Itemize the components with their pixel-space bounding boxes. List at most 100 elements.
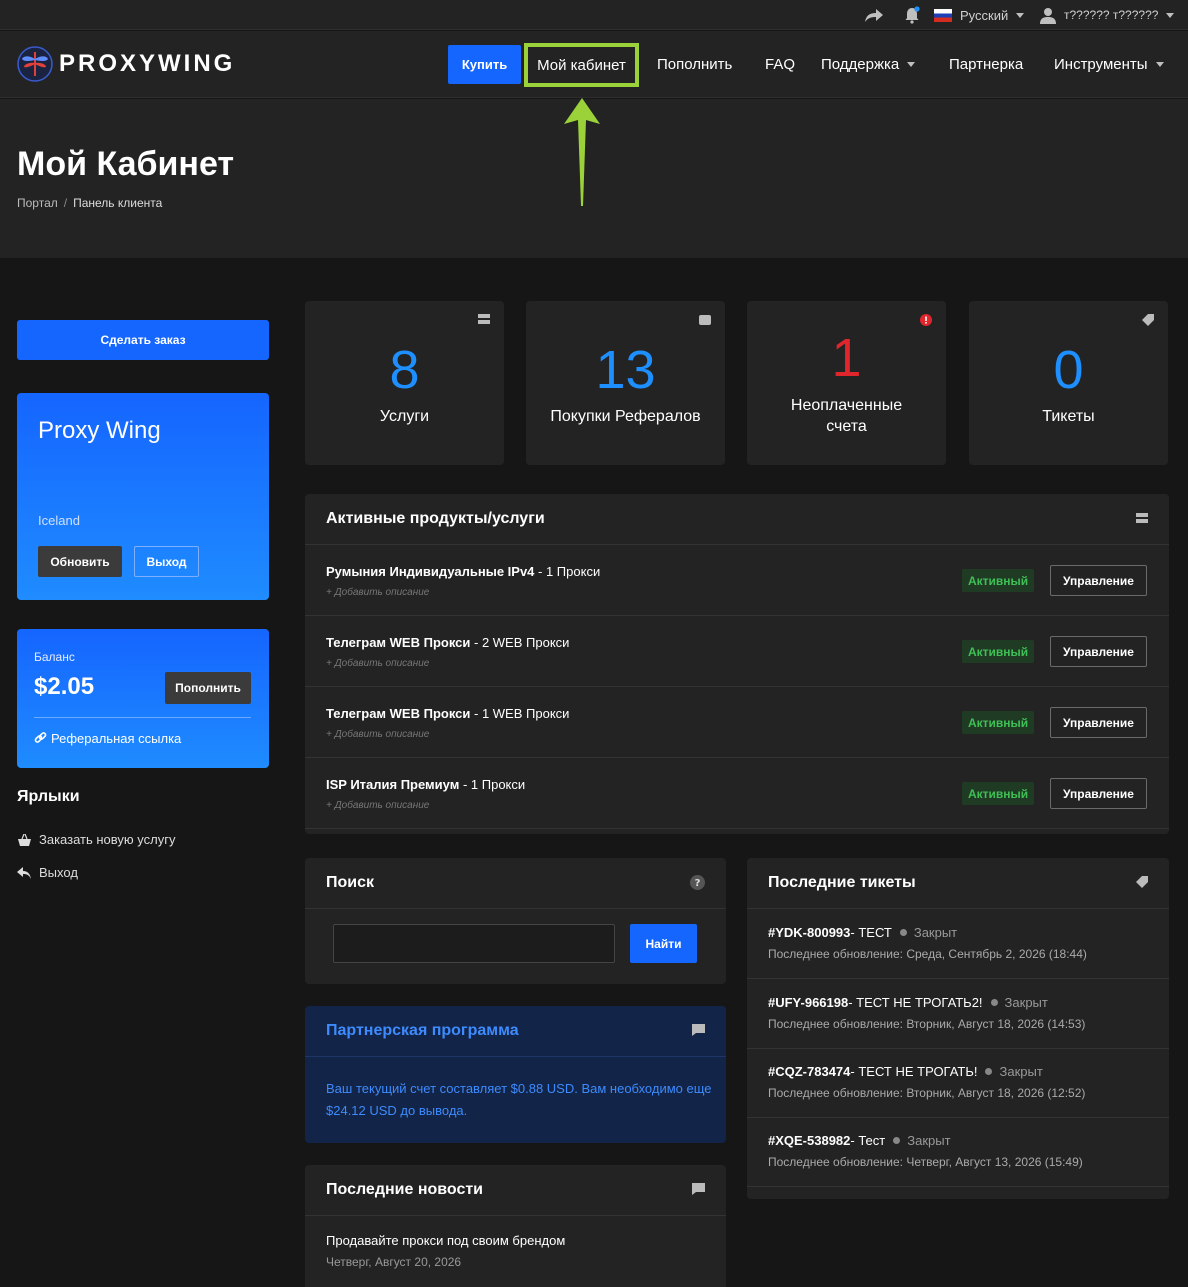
- panel-title: Последние тикеты: [768, 874, 916, 891]
- russia-flag-icon: [934, 8, 952, 22]
- nav-topup[interactable]: Пополнить: [657, 31, 732, 98]
- order-button[interactable]: Сделать заказ: [17, 320, 269, 360]
- panel-header: Последние тикеты: [747, 858, 1169, 909]
- server-icon: [478, 314, 490, 327]
- ticket-title: #YDK-800993 - ТЕСТ Закрыт: [768, 925, 957, 940]
- stat-label: Неоплаченные счета: [790, 397, 903, 435]
- nav-faq[interactable]: FAQ: [765, 31, 795, 98]
- ticket-row[interactable]: #XQE-538982 - Тест Закрыт Последнее обнов…: [747, 1117, 1169, 1187]
- partner-program-panel: Партнерская программа Ваш текущий счет с…: [305, 1006, 726, 1143]
- status-badge: Активный: [962, 782, 1035, 805]
- share-icon[interactable]: [864, 0, 884, 30]
- chevron-down-icon: [1155, 62, 1164, 67]
- chevron-down-icon: [907, 62, 916, 67]
- top-bar: Русский т?????? т??????: [0, 0, 1188, 30]
- comment-icon: [692, 1024, 705, 1039]
- stat-value: 8: [389, 340, 420, 400]
- main-navbar: PROXYWING Купить Мой кабинет Пополнить F…: [0, 31, 1188, 98]
- logout-button[interactable]: Выход: [134, 546, 199, 577]
- ticket-title: #CQZ-783474 - ТЕСТ НЕ ТРОГАТЬ! Закрыт: [768, 1064, 1043, 1079]
- service-name: Телеграм WEB Прокси - 1 WEB Прокси: [326, 706, 569, 721]
- ticket-updated: Последнее обновление: Четверг, Август 13…: [768, 1155, 1083, 1169]
- nav-support[interactable]: Поддержка: [821, 31, 916, 98]
- search-panel: Поиск ? Найти: [305, 858, 726, 984]
- add-description-link[interactable]: + Добавить описание: [326, 658, 429, 669]
- status-badge: Активный: [962, 569, 1035, 592]
- help-icon[interactable]: ?: [690, 875, 705, 893]
- service-product: ISP Италия Премиум: [326, 777, 460, 792]
- service-product: Телеграм WEB Прокси: [326, 635, 471, 650]
- referral-link[interactable]: Реферальная ссылка: [34, 731, 181, 746]
- bell-icon[interactable]: [903, 0, 921, 30]
- status-dot-icon: [893, 1137, 901, 1144]
- shortcut-logout[interactable]: Выход: [17, 865, 78, 880]
- ticket-subject: - ТЕСТ НЕ ТРОГАТЬ2!: [848, 995, 983, 1010]
- stat-services[interactable]: 8 Услуги: [305, 301, 504, 465]
- balance-value: $2.05: [34, 673, 95, 700]
- shortcut-new-service[interactable]: Заказать новую услугу: [17, 832, 175, 847]
- stat-referral-purchases[interactable]: 13 Покупки Рефералов: [526, 301, 725, 465]
- service-row[interactable]: Телеграм WEB Прокси - 2 WEB Прокси + Доб…: [305, 616, 1169, 687]
- dragonfly-logo-icon: [17, 46, 53, 82]
- ticket-id: #YDK-800993: [768, 925, 851, 940]
- breadcrumb-portal[interactable]: Портал: [17, 196, 58, 210]
- nav-tools-label: Инструменты: [1054, 56, 1148, 73]
- add-description-link[interactable]: + Добавить описание: [326, 587, 429, 598]
- nav-partner[interactable]: Партнерка: [949, 31, 1023, 98]
- balance-card: Баланс $2.05 Пополнить Реферальная ссылк…: [17, 629, 269, 768]
- status-dot-icon: [990, 999, 998, 1006]
- stat-unpaid-invoices[interactable]: 1 Неоплаченные счета: [747, 301, 946, 465]
- service-row[interactable]: Телеграм WEB Прокси - 1 WEB Прокси + Доб…: [305, 687, 1169, 758]
- panel-title: Партнерская программа: [326, 1022, 519, 1039]
- ticket-row[interactable]: #UFY-966198 - ТЕСТ НЕ ТРОГАТЬ2! Закрыт По…: [747, 979, 1169, 1049]
- manage-button[interactable]: Управление: [1050, 707, 1147, 738]
- stat-label: Тикеты: [1042, 408, 1095, 425]
- shortcut-label: Выход: [39, 865, 78, 880]
- ticket-subject: - ТЕСТ: [850, 925, 892, 940]
- buy-button[interactable]: Купить: [448, 45, 521, 84]
- manage-button[interactable]: Управление: [1050, 778, 1147, 809]
- chevron-down-icon: [1016, 12, 1025, 18]
- breadcrumb-separator: /: [63, 196, 68, 210]
- breadcrumb: Портал / Панель клиента: [17, 196, 162, 210]
- manage-button[interactable]: Управление: [1050, 565, 1147, 596]
- logo[interactable]: PROXYWING: [17, 46, 235, 82]
- ticket-updated: Последнее обновление: Вторник, Август 18…: [768, 1017, 1086, 1031]
- panel-title: Последние новости: [326, 1181, 484, 1198]
- update-profile-button[interactable]: Обновить: [38, 546, 122, 577]
- service-row[interactable]: ISP Италия Премиум - 1 Прокси + Добавить…: [305, 758, 1169, 829]
- user-menu[interactable]: т?????? т??????: [1040, 0, 1175, 30]
- panel-title: Активные продукты/услуги: [326, 510, 545, 527]
- shortcuts-title: Ярлыки: [17, 788, 80, 805]
- stat-tickets[interactable]: 0 Тикеты: [969, 301, 1168, 465]
- stat-value: 0: [1053, 340, 1084, 400]
- balance-topup-button[interactable]: Пополнить: [165, 672, 251, 704]
- language-selector[interactable]: Русский: [934, 0, 1025, 30]
- panel-title: Поиск: [326, 874, 375, 891]
- service-name: Телеграм WEB Прокси - 2 WEB Прокси: [326, 635, 569, 650]
- stat-value: 1: [831, 328, 862, 388]
- add-description-link[interactable]: + Добавить описание: [326, 729, 429, 740]
- link-icon: [34, 732, 47, 743]
- nav-my-cabinet[interactable]: Мой кабинет: [524, 43, 639, 87]
- service-product: Телеграм WEB Прокси: [326, 706, 471, 721]
- panel-header: Активные продукты/услуги: [305, 494, 1169, 545]
- user-name: т?????? т??????: [1064, 8, 1159, 22]
- referral-link-label: Реферальная ссылка: [51, 731, 182, 746]
- nav-tools[interactable]: Инструменты: [1054, 31, 1164, 98]
- ticket-row[interactable]: #CQZ-783474 - ТЕСТ НЕ ТРОГАТЬ! Закрыт Пос…: [747, 1048, 1169, 1118]
- service-detail: - 1 Прокси: [459, 777, 526, 792]
- manage-button[interactable]: Управление: [1050, 636, 1147, 667]
- service-row[interactable]: Румыния Индивидуальные IPv4 - 1 Прокси +…: [305, 545, 1169, 616]
- search-input[interactable]: [333, 924, 615, 963]
- status-dot-icon: [899, 929, 907, 936]
- service-name: ISP Италия Премиум - 1 Прокси: [326, 777, 525, 792]
- ticket-id: #UFY-966198: [768, 995, 849, 1010]
- recent-tickets-panel: Последние тикеты #YDK-800993 - ТЕСТ Закры…: [747, 858, 1169, 1199]
- ticket-title: #XQE-538982 - Тест Закрыт: [768, 1133, 951, 1148]
- news-item-title[interactable]: Продавайте прокси под своим брендом: [326, 1233, 565, 1248]
- ticket-row[interactable]: #YDK-800993 - ТЕСТ Закрыт Последнее обнов…: [747, 909, 1169, 979]
- breadcrumb-current: Панель клиента: [73, 196, 163, 210]
- add-description-link[interactable]: + Добавить описание: [326, 800, 429, 811]
- search-button[interactable]: Найти: [630, 924, 697, 963]
